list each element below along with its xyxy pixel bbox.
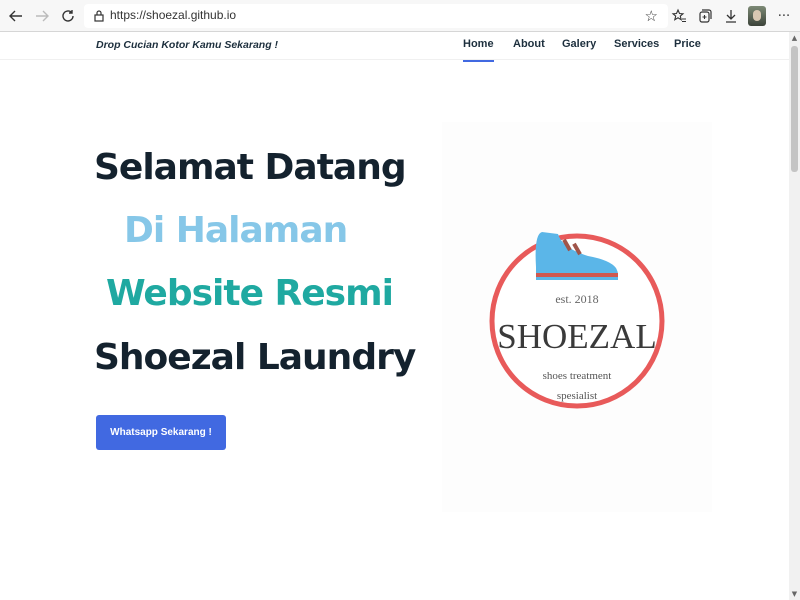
back-icon[interactable] [5, 5, 27, 27]
more-icon[interactable]: ··· [773, 5, 795, 27]
hero-title-line1: Selamat Datang [94, 147, 407, 188]
hero-title-line4: Shoezal Laundry [94, 337, 416, 378]
address-bar[interactable]: https://shoezal.github.io ☆ [84, 4, 668, 28]
site-header: Drop Cucian Kotor Kamu Sekarang ! Home A… [0, 32, 789, 62]
collections-icon[interactable] [694, 5, 716, 27]
logo-est: est. 2018 [555, 292, 598, 306]
reload-icon[interactable] [57, 5, 79, 27]
shoezal-logo: est. 2018 SHOEZAL shoes treatment spesia… [489, 232, 665, 409]
logo-brand: SHOEZAL [497, 317, 656, 356]
nav-price[interactable]: Price [674, 38, 701, 50]
nav-services[interactable]: Services [614, 38, 659, 50]
nav-about[interactable]: About [513, 38, 545, 50]
download-icon[interactable] [720, 5, 742, 27]
logo-sub1: shoes treatment [543, 370, 612, 382]
favorites-icon[interactable] [668, 5, 690, 27]
scroll-thumb[interactable] [791, 46, 798, 172]
url-text[interactable]: https://shoezal.github.io [110, 8, 236, 22]
forward-icon[interactable] [31, 5, 53, 27]
whatsapp-button[interactable]: Whatsapp Sekarang ! [96, 415, 226, 450]
hero-title-line2: Di Halaman [124, 210, 348, 251]
page-scrollbar[interactable]: ▲ ▼ [789, 32, 800, 600]
nav-galery[interactable]: Galery [562, 38, 596, 50]
logo-panel: est. 2018 SHOEZAL shoes treatment spesia… [442, 122, 712, 512]
lock-icon[interactable] [92, 9, 106, 23]
logo-sub2: spesialist [557, 390, 597, 402]
nav-home[interactable]: Home [463, 38, 494, 62]
browser-toolbar: https://shoezal.github.io ☆ ··· [0, 0, 800, 32]
favorite-add-icon[interactable]: ☆ [645, 7, 658, 25]
scroll-up-icon[interactable]: ▲ [790, 34, 799, 42]
profile-avatar[interactable] [748, 6, 766, 26]
hero-title-line3: Website Resmi [106, 273, 394, 314]
tagline: Drop Cucian Kotor Kamu Sekarang ! [96, 39, 279, 51]
scroll-down-icon[interactable]: ▼ [790, 590, 799, 598]
